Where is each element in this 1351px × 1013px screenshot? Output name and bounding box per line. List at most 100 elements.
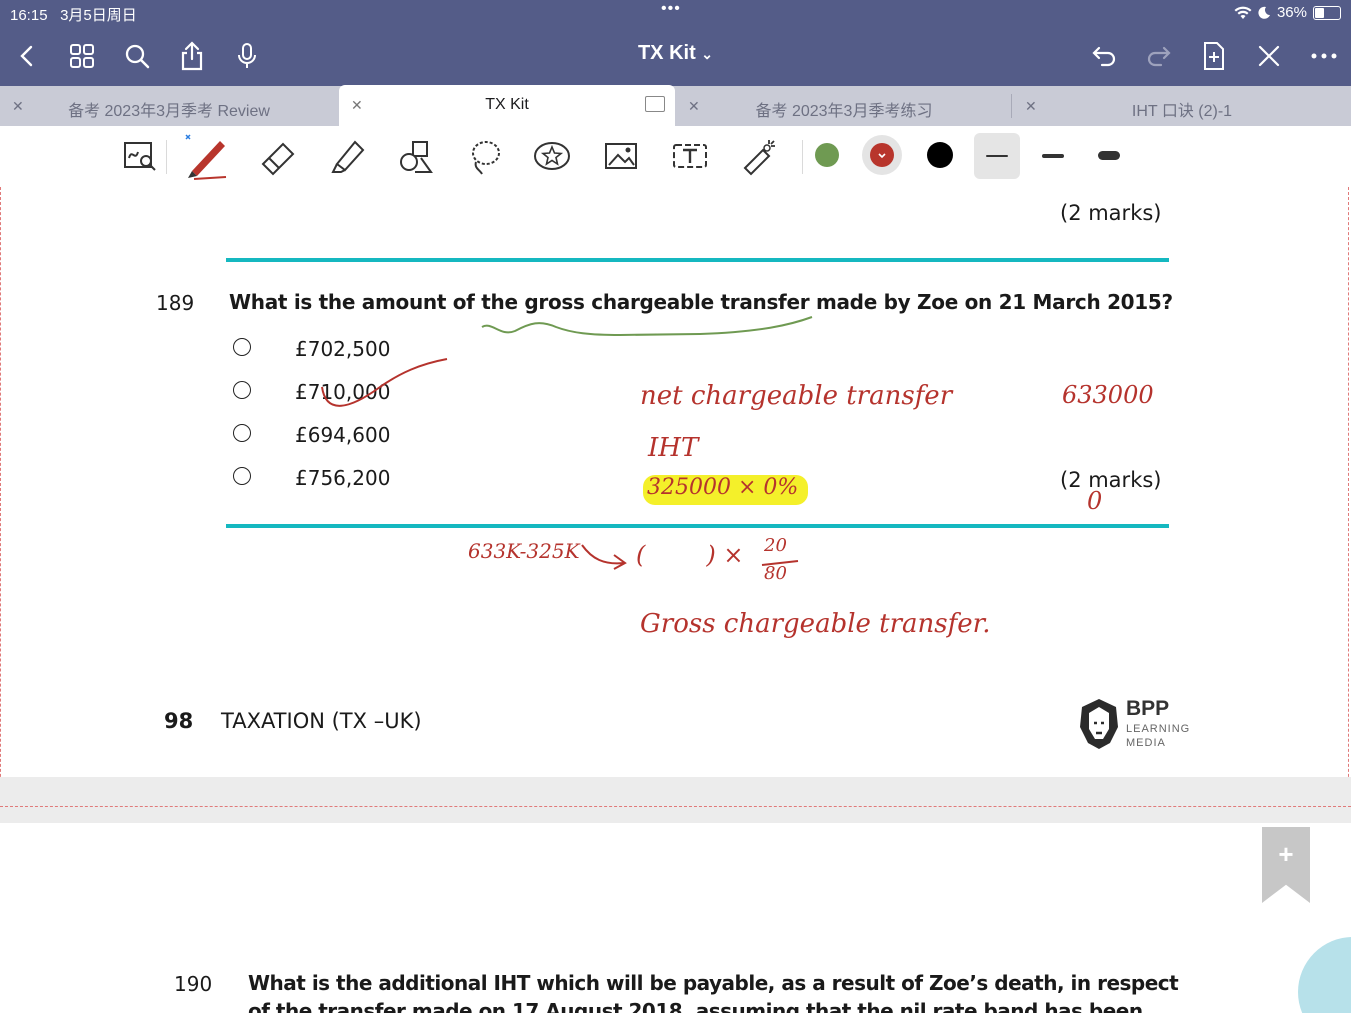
tab-label: TX Kit bbox=[485, 96, 529, 113]
bookmark-button[interactable]: + bbox=[1262, 827, 1310, 903]
ink-fraction-numerator: 20 bbox=[764, 535, 787, 556]
ink-calc: 325000 × 0% bbox=[647, 475, 799, 500]
tab-label: 备考 2023年3月季考 Review bbox=[68, 103, 270, 120]
ink-net-value: 633000 bbox=[1062, 381, 1154, 409]
ink-zero: 0 bbox=[1087, 487, 1103, 515]
stroke-medium-button[interactable] bbox=[1031, 134, 1075, 178]
status-date: 3月5日周日 bbox=[60, 7, 137, 24]
status-time: 16:15 3月5日周日 bbox=[10, 7, 137, 24]
tab-practice[interactable]: ✕ 备考 2023年3月季考练习 bbox=[676, 86, 1012, 126]
redo-icon bbox=[1147, 46, 1171, 67]
logo-learning: LEARNING bbox=[1126, 723, 1191, 735]
document-title: TX Kit bbox=[637, 42, 696, 64]
tab-bar: ✕ 备考 2023年3月季考 Review ✕ TX Kit ✕ 备考 2023… bbox=[0, 85, 1351, 126]
more-icon bbox=[1311, 53, 1337, 59]
battery-percent: 36% bbox=[1276, 4, 1307, 21]
ink-fraction-denominator: 80 bbox=[764, 563, 787, 584]
add-page-button[interactable] bbox=[1196, 38, 1232, 74]
back-button[interactable] bbox=[8, 38, 44, 74]
chevron-left-icon bbox=[20, 45, 33, 67]
chevron-down-icon bbox=[878, 153, 886, 159]
zoom-window-tool[interactable] bbox=[118, 134, 162, 178]
color-swatch-red[interactable] bbox=[870, 143, 894, 167]
lasso-tool[interactable] bbox=[462, 134, 506, 178]
multitask-dots[interactable]: ••• bbox=[661, 0, 681, 18]
lasso-icon bbox=[472, 141, 500, 175]
ink-net-transfer: net chargeable transfer bbox=[640, 381, 953, 411]
share-button[interactable] bbox=[174, 38, 210, 74]
plus-icon: + bbox=[1278, 839, 1294, 869]
ink-gross-transfer: Gross chargeable transfer. bbox=[640, 609, 991, 639]
text-tool[interactable] bbox=[668, 134, 712, 178]
page-number: 98 bbox=[164, 709, 194, 733]
status-bar: 16:15 3月5日周日 ••• 36% bbox=[0, 0, 1351, 26]
ink-formula-paren: ( ) × bbox=[636, 541, 744, 569]
ink-iht: IHT bbox=[648, 433, 699, 463]
drawing-toolbar bbox=[0, 126, 1351, 188]
tab-tx-kit[interactable]: ✕ TX Kit bbox=[339, 85, 675, 126]
next-question-text: What is the additional IHT which will be… bbox=[248, 971, 1179, 995]
page-break-line bbox=[0, 806, 1351, 807]
stroke-thick-icon bbox=[1098, 151, 1120, 160]
stroke-thin-button[interactable] bbox=[974, 133, 1020, 179]
nav-bar: TX Kit ⌄ bbox=[0, 26, 1351, 86]
ink-formula-left: 633K-325K bbox=[468, 539, 580, 563]
footer-title: TAXATION (TX –UK) bbox=[221, 709, 422, 733]
tab-divider bbox=[1011, 94, 1012, 118]
lion-icon bbox=[1080, 699, 1118, 749]
split-view-icon[interactable] bbox=[645, 96, 665, 112]
microphone-icon bbox=[238, 43, 256, 68]
grid-icon bbox=[70, 44, 94, 68]
search-icon bbox=[125, 44, 150, 69]
eraser-tool[interactable] bbox=[255, 134, 299, 178]
stroke-thick-button[interactable] bbox=[1087, 134, 1131, 178]
document-title-menu[interactable]: TX Kit ⌄ bbox=[560, 42, 791, 65]
pen-cross-icon bbox=[1258, 45, 1280, 67]
stroke-thin-icon bbox=[986, 155, 1008, 157]
laser-pointer-icon bbox=[743, 140, 775, 176]
shapes-icon bbox=[400, 141, 433, 173]
eraser-icon bbox=[261, 142, 295, 176]
wifi-icon bbox=[1234, 6, 1252, 19]
laser-pointer-tool[interactable] bbox=[737, 134, 781, 178]
image-icon bbox=[605, 143, 637, 169]
image-tool[interactable] bbox=[599, 134, 643, 178]
more-button[interactable] bbox=[1306, 38, 1342, 74]
sticker-icon bbox=[534, 142, 570, 170]
decorative-circle bbox=[1298, 937, 1351, 1013]
color-swatch-black[interactable] bbox=[927, 142, 953, 168]
sticker-tool[interactable] bbox=[530, 134, 574, 178]
microphone-button[interactable] bbox=[229, 38, 265, 74]
ink-arrow bbox=[581, 544, 627, 570]
tab-label: 备考 2023年3月季考练习 bbox=[755, 103, 933, 120]
tab-label: IHT 口诀 (2)-1 bbox=[1131, 103, 1233, 120]
battery-fill bbox=[1315, 7, 1325, 18]
bpp-logo: BPP LEARNING MEDIA bbox=[1076, 697, 1206, 757]
tab-iht[interactable]: ✕ IHT 口诀 (2)-1 bbox=[1013, 86, 1351, 126]
toolbar-divider bbox=[802, 140, 803, 174]
toolbar-divider bbox=[166, 140, 167, 174]
search-button[interactable] bbox=[119, 38, 155, 74]
logo-media: MEDIA bbox=[1126, 737, 1166, 749]
moon-icon bbox=[1258, 6, 1270, 19]
next-question-number: 190 bbox=[174, 972, 213, 996]
chevron-down-icon: ⌄ bbox=[701, 46, 714, 62]
share-icon bbox=[181, 41, 203, 71]
shape-tool[interactable] bbox=[393, 134, 437, 178]
pen-tool[interactable] bbox=[182, 131, 232, 181]
color-swatch-green[interactable] bbox=[815, 143, 839, 167]
zoom-window-icon bbox=[124, 142, 156, 171]
battery-icon bbox=[1313, 5, 1341, 20]
ink-underline-green bbox=[481, 316, 813, 337]
highlighter-tool[interactable] bbox=[325, 134, 369, 178]
ink-check-mark bbox=[321, 358, 448, 407]
add-page-icon bbox=[1204, 42, 1224, 70]
document-page[interactable]: (2 marks) 189 What is the amount of the … bbox=[0, 187, 1351, 1013]
tab-review[interactable]: ✕ 备考 2023年3月季考 Review bbox=[0, 86, 338, 126]
grid-view-button[interactable] bbox=[64, 38, 100, 74]
redo-button[interactable] bbox=[1141, 38, 1177, 74]
text-box-icon bbox=[673, 144, 707, 168]
pencil-toggle-button[interactable] bbox=[1251, 38, 1287, 74]
undo-button[interactable] bbox=[1086, 38, 1122, 74]
stroke-medium-icon bbox=[1042, 154, 1064, 158]
